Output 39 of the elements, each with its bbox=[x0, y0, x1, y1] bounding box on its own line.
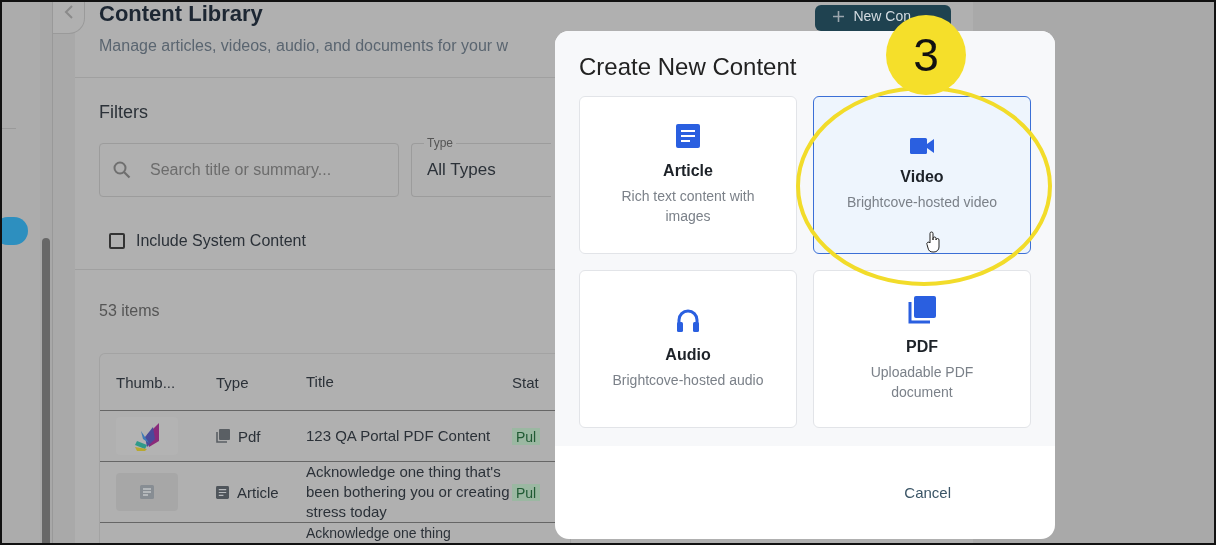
dialog-title: Create New Content bbox=[579, 53, 797, 81]
hand-cursor-icon bbox=[926, 231, 942, 253]
book-logo-icon bbox=[133, 421, 161, 451]
search-field[interactable]: Search title or summary... bbox=[99, 142, 399, 197]
plus-icon bbox=[833, 10, 845, 22]
content-type-option[interactable]: Article Rich text content with images bbox=[579, 96, 797, 254]
pdf-icon bbox=[216, 429, 230, 443]
page-subtitle: Manage articles, videos, audio, and documents for your w bbox=[99, 37, 509, 55]
status-badge: Pul bbox=[512, 483, 541, 501]
cancel-button[interactable]: Cancel bbox=[896, 478, 959, 507]
document-icon bbox=[216, 485, 229, 499]
filters-heading: Filters bbox=[99, 101, 149, 123]
title-cell-text: Acknowledge one thing bbox=[306, 524, 452, 543]
title-cell-text: 123 QA Portal PDF Content bbox=[306, 426, 492, 446]
pdf-icon bbox=[908, 296, 936, 324]
column-header: Thumb... bbox=[115, 373, 177, 391]
scrollbar-thumb[interactable] bbox=[42, 238, 50, 543]
type-label: Article bbox=[237, 483, 279, 501]
checkbox-label: Include System Content bbox=[136, 231, 306, 250]
chevron-left-icon bbox=[63, 5, 74, 19]
content-type-option[interactable]: Audio Brightcove-hosted audio bbox=[579, 270, 797, 428]
item-count: 53 items bbox=[99, 301, 160, 321]
type-label: Pdf bbox=[238, 427, 261, 445]
nav-pill[interactable] bbox=[2, 217, 28, 245]
collapse-button[interactable] bbox=[53, 2, 85, 34]
column-header: Stat bbox=[512, 373, 540, 391]
status-badge: Pul bbox=[512, 427, 541, 445]
headphones-icon bbox=[676, 308, 700, 332]
search-icon bbox=[113, 160, 131, 179]
document-icon bbox=[676, 124, 700, 148]
content-type-option[interactable]: PDF Uploadable PDF document bbox=[813, 270, 1031, 428]
content-type-option[interactable]: Video Brightcove-hosted video bbox=[813, 96, 1031, 254]
video-camera-icon bbox=[910, 138, 934, 154]
page-title: Content Library bbox=[99, 2, 264, 27]
checkbox[interactable] bbox=[109, 232, 125, 249]
document-icon bbox=[140, 485, 154, 499]
title-cell-text: Acknowledge one thing that's been bothering you or creating stress today bbox=[306, 462, 511, 522]
column-header: Title bbox=[306, 372, 335, 392]
column-header: Type bbox=[216, 373, 250, 391]
